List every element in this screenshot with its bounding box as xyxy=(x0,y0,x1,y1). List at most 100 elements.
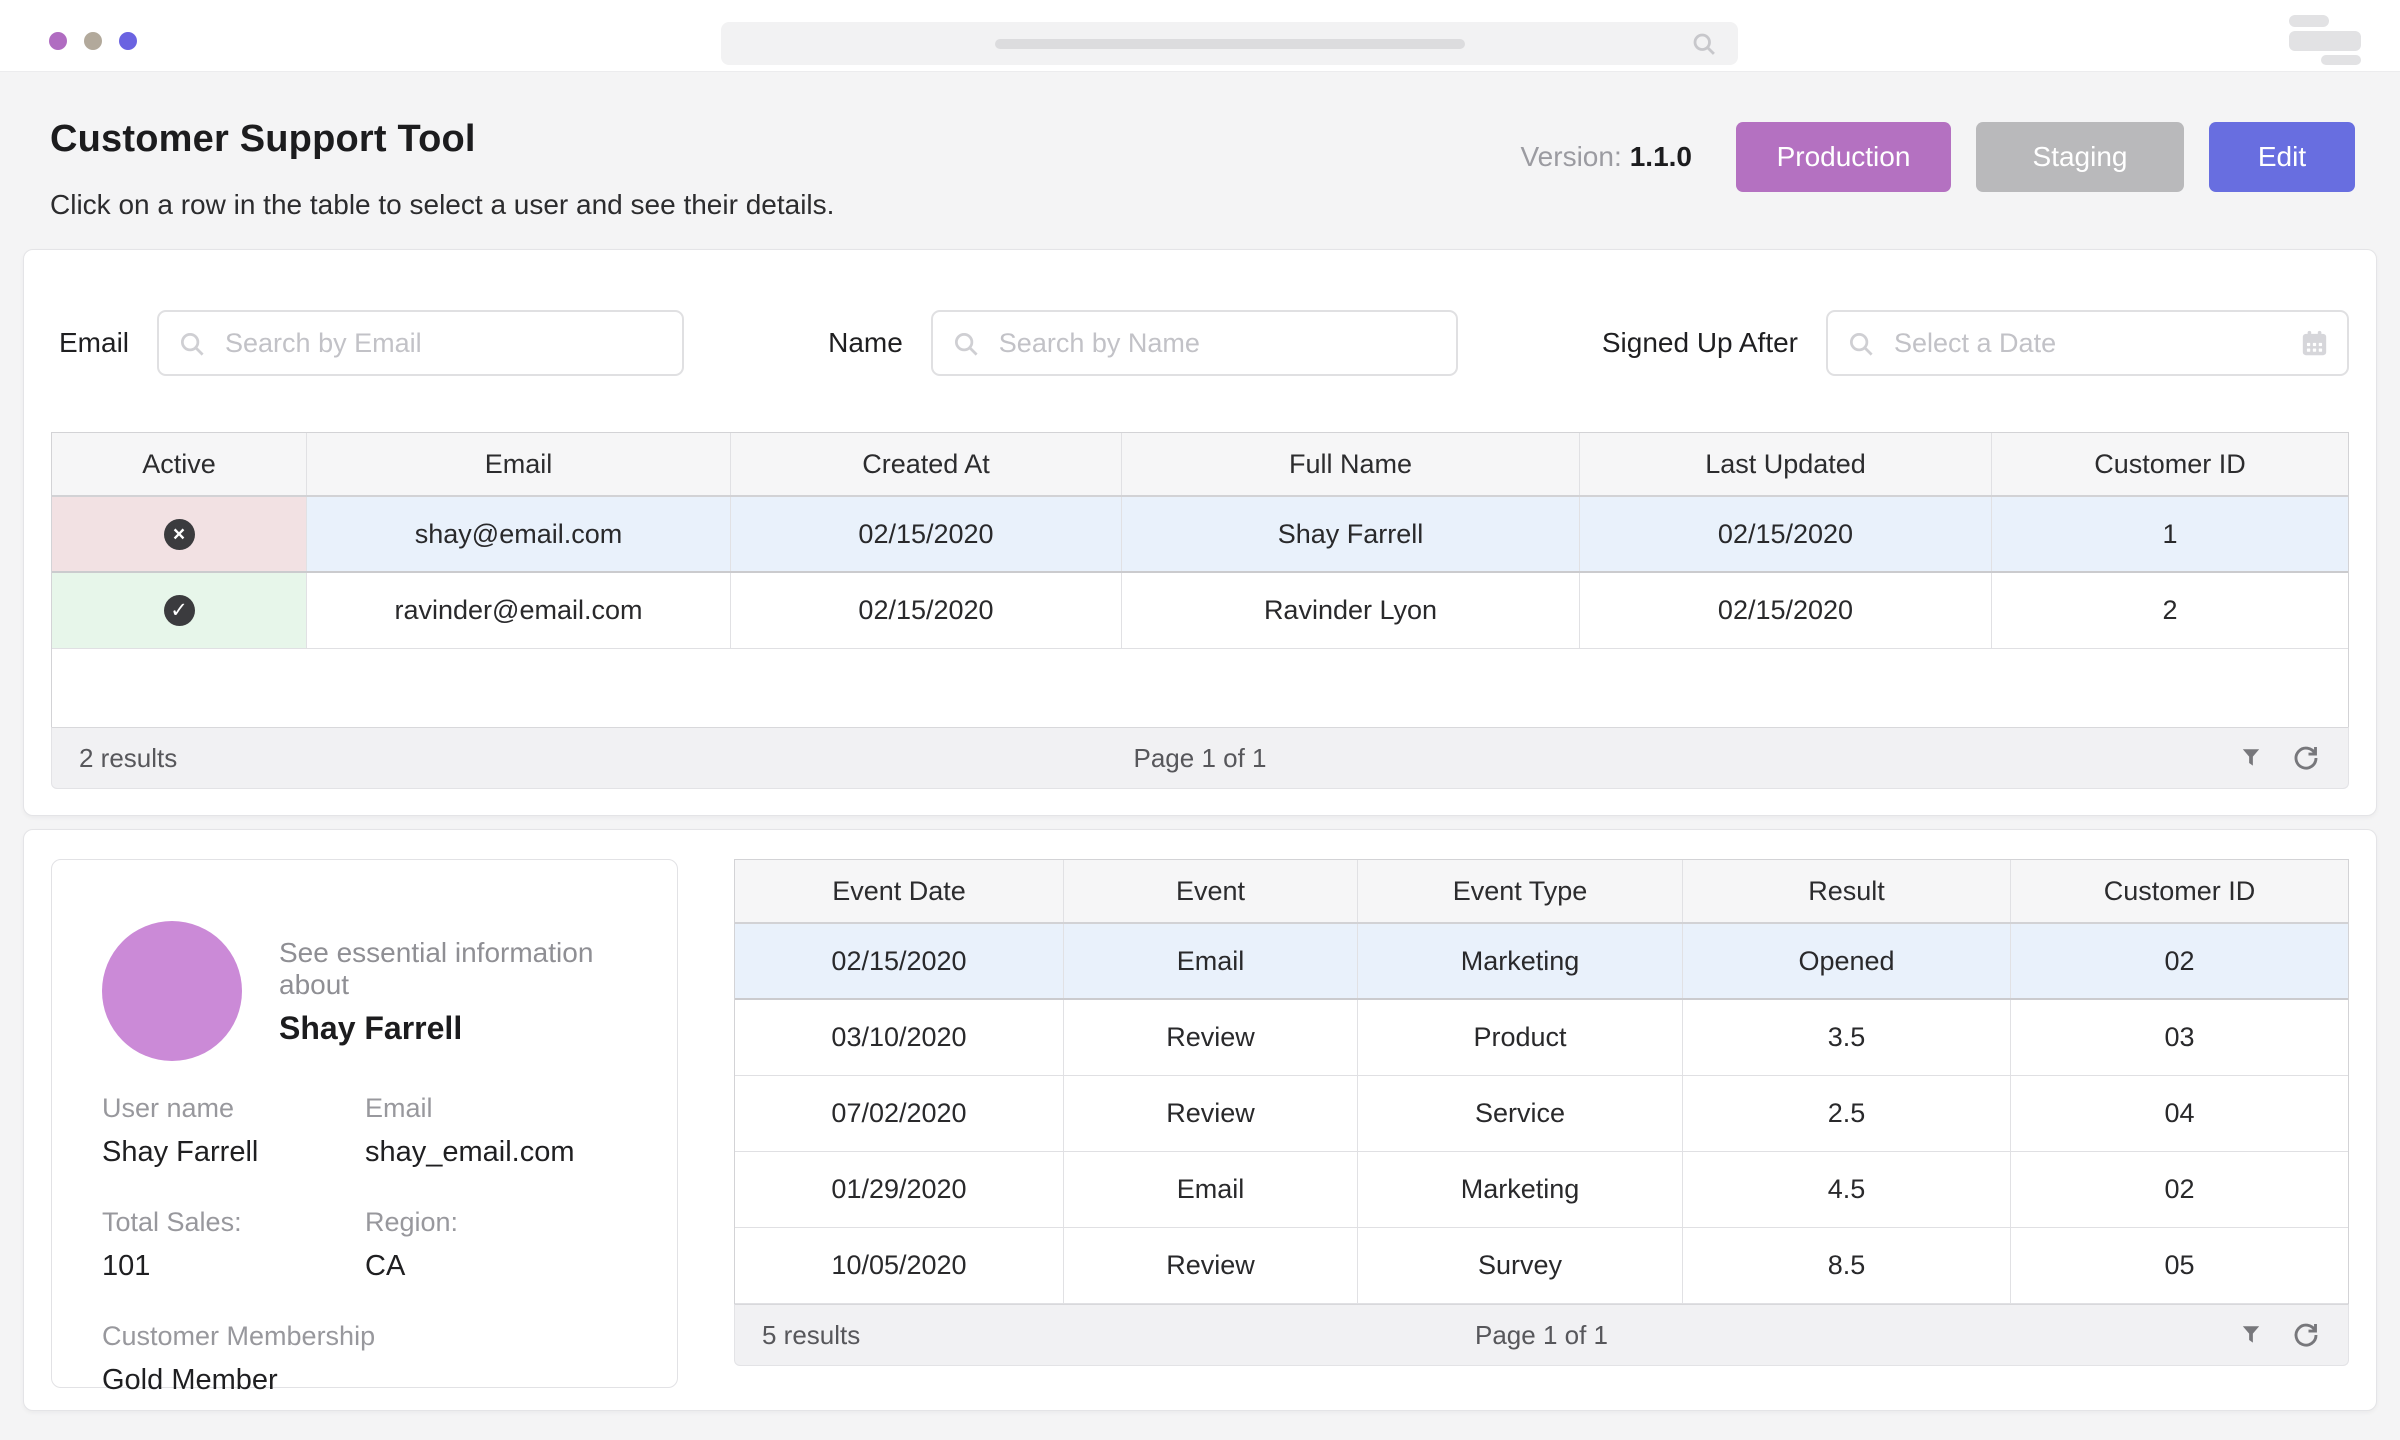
cell-event-date: 02/15/2020 xyxy=(735,924,1064,998)
events-table-header: Event Date Event Event Type Result Custo… xyxy=(735,860,2348,924)
field-value: CA xyxy=(365,1250,627,1283)
column-header-result[interactable]: Result xyxy=(1683,860,2011,922)
column-header-customer-id[interactable]: Customer ID xyxy=(1992,433,2348,495)
refresh-icon[interactable] xyxy=(2291,1320,2321,1350)
address-bar[interactable] xyxy=(721,22,1738,65)
column-header-customer-id[interactable]: Customer ID xyxy=(2011,860,2348,922)
version-label: Version: xyxy=(1521,141,1622,172)
name-search-input[interactable] xyxy=(931,310,1458,376)
window-close-button[interactable] xyxy=(49,32,67,50)
field-region: Region: CA xyxy=(365,1207,627,1283)
cell-customer-id: 02 xyxy=(2011,1152,2348,1227)
cell-result: Opened xyxy=(1683,924,2011,998)
cell-result: 4.5 xyxy=(1683,1152,2011,1227)
field-label: User name xyxy=(102,1093,365,1124)
column-header-created-at[interactable]: Created At xyxy=(731,433,1122,495)
table-empty-area xyxy=(52,649,2348,727)
edit-button[interactable]: Edit xyxy=(2209,122,2355,192)
window-controls xyxy=(49,32,137,50)
column-header-active[interactable]: Active xyxy=(52,433,307,495)
field-value: Gold Member xyxy=(102,1364,627,1397)
column-header-event-date[interactable]: Event Date xyxy=(735,860,1064,922)
cell-event-date: 01/29/2020 xyxy=(735,1152,1064,1227)
page-title: Customer Support Tool xyxy=(50,118,834,161)
avatar xyxy=(102,921,242,1061)
window-minimize-button[interactable] xyxy=(84,32,102,50)
user-card-fields: User name Shay Farrell Email shay_email.… xyxy=(102,1093,627,1397)
email-filter: Email xyxy=(59,310,684,376)
version-value: 1.1.0 xyxy=(1630,141,1692,172)
cell-created-at: 02/15/2020 xyxy=(731,573,1122,648)
cell-event: Email xyxy=(1064,1152,1358,1227)
filter-row: Email Name Signe xyxy=(51,310,2349,376)
cell-customer-id: 05 xyxy=(2011,1228,2348,1303)
column-header-email[interactable]: Email xyxy=(307,433,731,495)
table-row[interactable]: ✓ ravinder@email.com 02/15/2020 Ravinder… xyxy=(52,573,2348,649)
results-count: 5 results xyxy=(762,1320,860,1351)
calendar-icon[interactable] xyxy=(2298,327,2331,365)
users-panel: Email Name Signe xyxy=(23,249,2377,816)
app-header-left: Customer Support Tool Click on a row in … xyxy=(50,118,834,221)
events-table: Event Date Event Event Type Result Custo… xyxy=(734,859,2349,1304)
field-label: Region: xyxy=(365,1207,627,1238)
details-panel: See essential information about Shay Far… xyxy=(23,829,2377,1411)
cell-customer-id: 02 xyxy=(2011,924,2348,998)
staging-button[interactable]: Staging xyxy=(1976,122,2184,192)
refresh-icon[interactable] xyxy=(2291,743,2321,773)
cell-last-updated: 02/15/2020 xyxy=(1580,573,1992,648)
cell-result: 2.5 xyxy=(1683,1076,2011,1151)
field-total-sales: Total Sales: 101 xyxy=(102,1207,365,1283)
user-detail-card: See essential information about Shay Far… xyxy=(51,859,678,1388)
cell-active-false: × xyxy=(52,497,307,571)
users-table: Active Email Created At Full Name Last U… xyxy=(51,432,2349,727)
cell-result: 8.5 xyxy=(1683,1228,2011,1303)
column-header-full-name[interactable]: Full Name xyxy=(1122,433,1580,495)
browser-menu-icon[interactable] xyxy=(2289,15,2361,61)
address-bar-text-placeholder xyxy=(995,39,1465,49)
results-count: 2 results xyxy=(79,743,177,774)
table-row[interactable]: 01/29/2020 Email Marketing 4.5 02 xyxy=(735,1152,2348,1228)
date-picker-input[interactable] xyxy=(1826,310,2349,376)
cell-event: Review xyxy=(1064,1076,1358,1151)
field-value: 101 xyxy=(102,1250,365,1283)
field-label: Email xyxy=(365,1093,627,1124)
cell-full-name: Shay Farrell xyxy=(1122,497,1580,571)
search-icon xyxy=(1846,329,1876,364)
filter-icon[interactable] xyxy=(2237,1321,2265,1349)
field-user-name: User name Shay Farrell xyxy=(102,1093,365,1169)
cell-email: ravinder@email.com xyxy=(307,573,731,648)
cell-result: 3.5 xyxy=(1683,1000,2011,1075)
cell-event-date: 10/05/2020 xyxy=(735,1228,1064,1303)
production-button[interactable]: Production xyxy=(1736,122,1951,192)
table-row[interactable]: 02/15/2020 Email Marketing Opened 02 xyxy=(735,924,2348,1000)
cell-customer-id: 03 xyxy=(2011,1000,2348,1075)
users-table-footer: 2 results Page 1 of 1 xyxy=(51,727,2349,789)
field-email: Email shay_email.com xyxy=(365,1093,627,1169)
search-icon xyxy=(177,329,207,364)
table-row[interactable]: 10/05/2020 Review Survey 8.5 05 xyxy=(735,1228,2348,1304)
email-filter-label: Email xyxy=(59,327,129,359)
x-circle-icon: × xyxy=(164,519,195,550)
name-filter-label: Name xyxy=(828,327,903,359)
table-row[interactable]: × shay@email.com 02/15/2020 Shay Farrell… xyxy=(52,497,2348,573)
cell-event-type: Service xyxy=(1358,1076,1683,1151)
field-value: Shay Farrell xyxy=(102,1136,365,1169)
column-header-event-type[interactable]: Event Type xyxy=(1358,860,1683,922)
filter-icon[interactable] xyxy=(2237,744,2265,772)
cell-event-type: Product xyxy=(1358,1000,1683,1075)
cell-active-true: ✓ xyxy=(52,573,307,648)
column-header-event[interactable]: Event xyxy=(1064,860,1358,922)
users-table-header: Active Email Created At Full Name Last U… xyxy=(52,433,2348,497)
field-label: Customer Membership xyxy=(102,1321,627,1352)
cell-event: Review xyxy=(1064,1000,1358,1075)
app-header: Customer Support Tool Click on a row in … xyxy=(0,72,2400,221)
card-user-name: Shay Farrell xyxy=(279,1010,627,1047)
search-icon[interactable] xyxy=(1690,30,1718,63)
table-row[interactable]: 07/02/2020 Review Service 2.5 04 xyxy=(735,1076,2348,1152)
table-row[interactable]: 03/10/2020 Review Product 3.5 03 xyxy=(735,1000,2348,1076)
events-table-footer: 5 results Page 1 of 1 xyxy=(734,1304,2349,1366)
email-search-input[interactable] xyxy=(157,310,684,376)
field-customer-membership: Customer Membership Gold Member xyxy=(102,1321,627,1397)
window-maximize-button[interactable] xyxy=(119,32,137,50)
column-header-last-updated[interactable]: Last Updated xyxy=(1580,433,1992,495)
